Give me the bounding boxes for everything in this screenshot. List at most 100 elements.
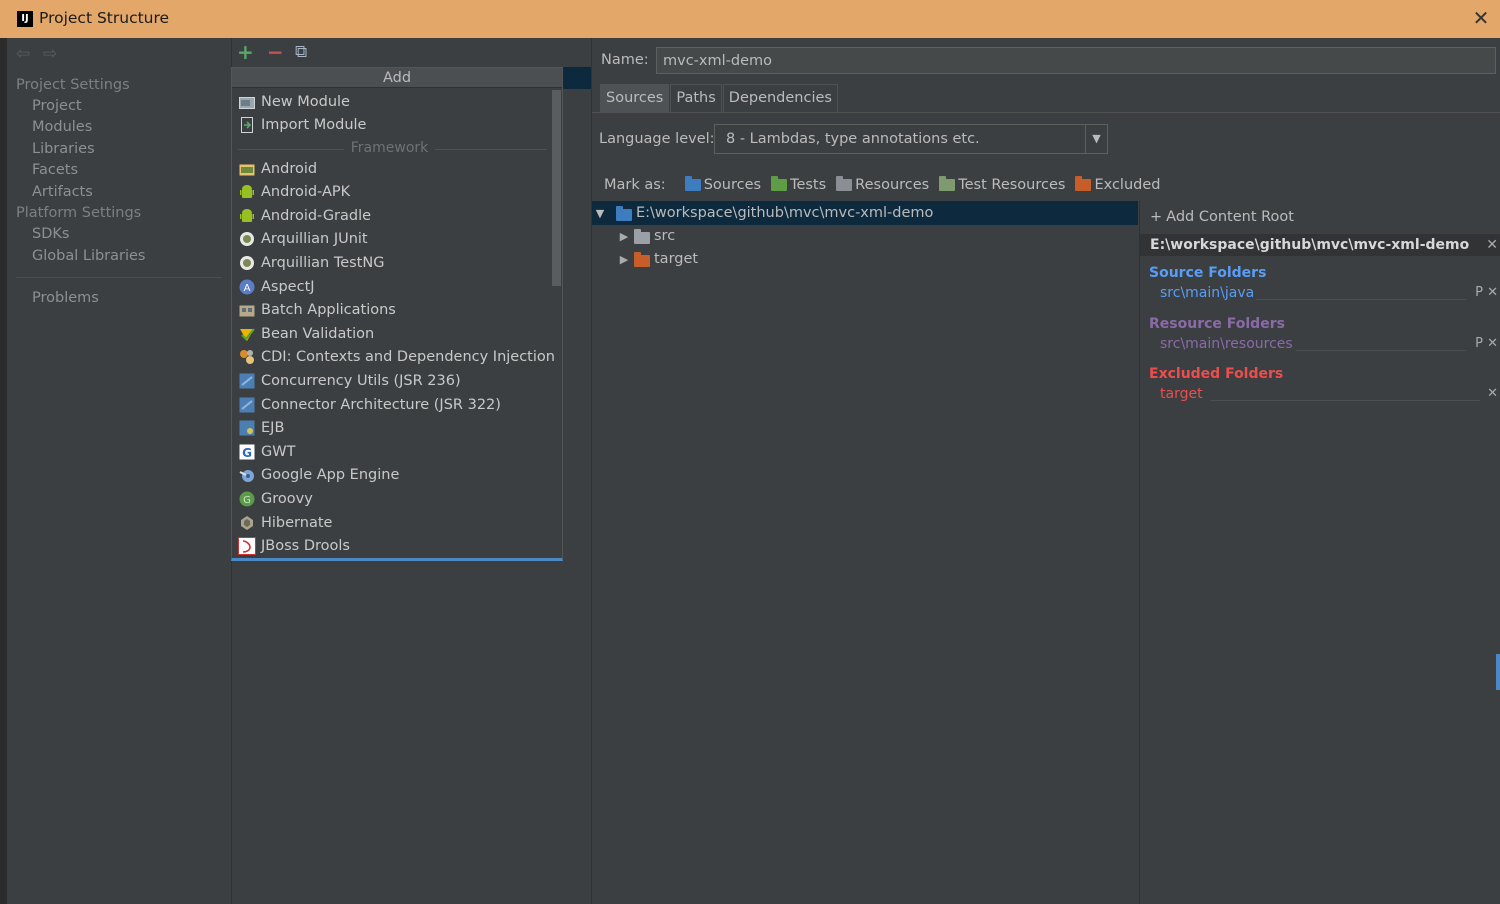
menu-item-framework[interactable]: Android [238, 157, 317, 180]
menu-item-label: GWT [261, 443, 296, 460]
sources-folder-icon [684, 176, 701, 191]
sidebar-divider [16, 277, 222, 278]
tab-sources[interactable]: Sources [600, 84, 670, 112]
resource-folder-underline [1296, 350, 1466, 351]
tab-paths[interactable]: Paths [670, 84, 722, 112]
menu-item-label: Bean Validation [261, 325, 375, 342]
menu-item-import-module[interactable]: Import Module [238, 113, 366, 136]
language-level-select[interactable]: 8 - Lambdas, type annotations etc. ▼ [714, 124, 1108, 154]
menu-item-framework[interactable]: G Groovy [238, 487, 313, 510]
add-content-root-label: Add Content Root [1166, 209, 1294, 225]
add-popup-menu: Add New Module Import Module Framework A… [231, 67, 563, 561]
source-folder-item[interactable]: src\main\java [1160, 285, 1254, 301]
arquillian-icon [238, 255, 256, 271]
menu-item-label: JBoss Drools [261, 538, 350, 555]
menu-item-framework[interactable]: Arquillian JUnit [238, 228, 368, 251]
menu-item-label: Android [261, 160, 318, 177]
menu-item-framework[interactable]: Batch Applications [238, 299, 396, 322]
android-icon [238, 184, 256, 200]
tree-row-root[interactable]: ▼ E:\workspace\github\mvc\mvc-xml-demo [592, 201, 1138, 225]
menu-item-framework[interactable]: Arquillian TestNG [238, 251, 384, 274]
forward-arrow-icon[interactable]: ⇨ [43, 44, 57, 64]
popup-scrollbar[interactable] [552, 90, 561, 286]
plus-icon: + [1150, 209, 1163, 225]
sidebar-item-artifacts[interactable]: Artifacts [32, 184, 93, 200]
mark-test-resources-label: Test Resources [958, 177, 1066, 193]
menu-item-framework[interactable]: Google App Engine [238, 464, 399, 487]
menu-item-framework[interactable]: CDI: Contexts and Dependency Injection [238, 346, 555, 369]
mark-tests-button[interactable]: Tests [771, 176, 826, 193]
selected-module-row[interactable] [563, 67, 591, 89]
name-label: Name: [601, 52, 649, 68]
copy-icon[interactable]: ⧉ [295, 42, 307, 62]
menu-item-framework[interactable]: Concurrency Utils (JSR 236) [238, 369, 461, 392]
import-module-icon [238, 116, 256, 133]
sidebar-item-project[interactable]: Project [32, 98, 82, 114]
close-icon[interactable]: ✕ [1468, 5, 1494, 31]
mark-sources-button[interactable]: Sources [684, 176, 761, 193]
tree-row-src[interactable]: ▶ src [616, 224, 675, 248]
menu-item-label: Arquillian TestNG [261, 254, 385, 271]
tab-dependencies[interactable]: Dependencies [722, 84, 838, 112]
intellij-icon: IJ [17, 11, 33, 27]
remove-resource-folder-icon[interactable]: P ✕ [1475, 336, 1498, 351]
menu-item-framework[interactable]: Bean Validation [238, 322, 374, 345]
resources-folder-icon [836, 176, 853, 191]
sidebar-item-facets[interactable]: Facets [32, 162, 78, 178]
remove-root-icon[interactable]: ✕ [1486, 234, 1498, 256]
aspectj-icon: A [238, 279, 256, 295]
remove-source-folder-icon[interactable]: P ✕ [1475, 285, 1498, 300]
menu-item-framework[interactable]: EJB [238, 417, 284, 440]
mark-resources-label: Resources [855, 177, 930, 193]
menu-item-framework[interactable]: Connector Architecture (JSR 322) [238, 393, 501, 416]
mark-excluded-button[interactable]: Excluded [1075, 176, 1160, 193]
remove-excluded-folder-icon[interactable]: ✕ [1487, 386, 1498, 401]
expand-down-icon[interactable]: ▼ [592, 207, 608, 220]
menu-item-new-module[interactable]: New Module [238, 90, 350, 113]
app-engine-icon [238, 467, 256, 483]
gwt-icon: G [238, 444, 256, 460]
project-settings-heading: Project Settings [16, 77, 130, 93]
expand-right-icon[interactable]: ▶ [616, 253, 632, 266]
remove-icon[interactable]: − [267, 42, 284, 62]
ejb-icon [238, 420, 256, 436]
menu-item-framework[interactable]: G GWT [238, 440, 295, 463]
resource-folder-item[interactable]: src\main\resources [1160, 336, 1293, 352]
menu-item-framework[interactable]: Android-APK [238, 181, 350, 204]
sidebar-item-modules[interactable]: Modules [32, 119, 92, 135]
source-folders-title: Source Folders [1149, 265, 1267, 281]
mark-test-resources-button[interactable]: Test Resources [939, 176, 1066, 193]
sidebar-item-libraries[interactable]: Libraries [32, 141, 95, 157]
menu-item-framework[interactable]: Hibernate [238, 511, 332, 534]
add-content-root-button[interactable]: + Add Content Root [1150, 209, 1294, 225]
mark-resources-button[interactable]: Resources [836, 176, 930, 193]
javaee-icon [238, 373, 256, 389]
add-icon[interactable]: + [237, 42, 254, 62]
sidebar-item-problems[interactable]: Problems [32, 290, 99, 306]
sidebar-item-global-libraries[interactable]: Global Libraries [32, 248, 146, 264]
module-config-panel: Name: Sources Paths Dependencies Languag… [592, 38, 1500, 904]
excluded-folder-item[interactable]: target [1160, 386, 1203, 402]
back-arrow-icon[interactable]: ⇦ [16, 44, 30, 64]
tree-root-label: E:\workspace\github\mvc\mvc-xml-demo [636, 205, 934, 221]
chevron-down-icon[interactable]: ▼ [1085, 125, 1107, 153]
menu-item-label: AspectJ [261, 278, 315, 295]
menu-item-label: New Module [261, 93, 350, 110]
menu-item-framework[interactable]: A AspectJ [238, 275, 315, 298]
menu-item-framework[interactable]: Android-Gradle [238, 204, 371, 227]
popup-header: Add [232, 68, 562, 88]
menu-item-label: Connector Architecture (JSR 322) [261, 396, 501, 413]
folder-icon [634, 228, 650, 244]
mark-as-label: Mark as: [604, 177, 666, 193]
expand-right-icon[interactable]: ▶ [616, 230, 632, 243]
menu-item-label: Google App Engine [261, 467, 400, 484]
cdi-icon [238, 349, 256, 365]
tree-row-target[interactable]: ▶ target [616, 247, 698, 271]
module-name-input[interactable] [656, 47, 1496, 74]
menu-item-framework[interactable]: JBoss Drools [238, 535, 350, 558]
arquillian-icon [238, 231, 256, 247]
sidebar-item-sdks[interactable]: SDKs [32, 226, 69, 242]
title-bar: IJ Project Structure ✕ [0, 0, 1500, 38]
sidebar: ⇦ ⇨ Project Settings Project Modules Lib… [7, 38, 231, 904]
scroll-indicator[interactable] [1496, 654, 1500, 690]
